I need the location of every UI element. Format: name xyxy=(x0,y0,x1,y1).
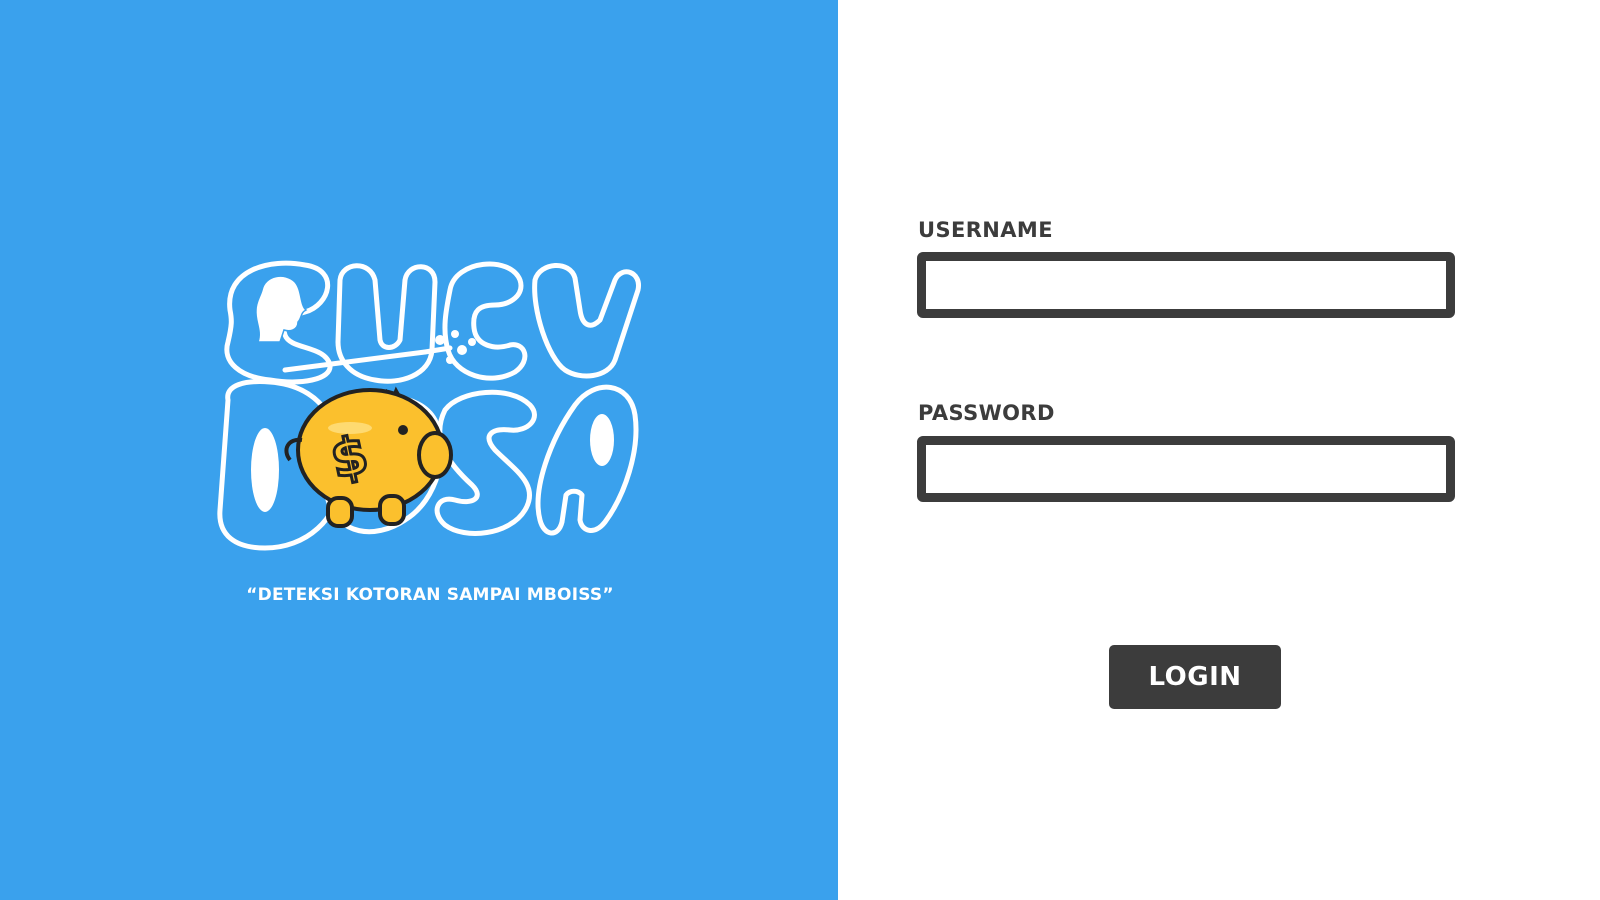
password-field[interactable] xyxy=(917,436,1455,502)
brand-panel: $ “DETEKSI KOTORAN SAMPAI MBOISS” xyxy=(0,0,838,900)
username-label: USERNAME xyxy=(918,218,1053,242)
tagline: “DETEKSI KOTORAN SAMPAI MBOISS” xyxy=(246,585,614,605)
login-panel: USERNAME PASSWORD LOGIN xyxy=(838,0,1600,900)
username-field[interactable] xyxy=(917,252,1455,318)
login-screen: $ “DETEKSI KOTORAN SAMPAI MBOISS” USERNA… xyxy=(0,0,1600,900)
password-label: PASSWORD xyxy=(918,401,1055,425)
cuci-dosa-logo: $ xyxy=(210,250,650,565)
login-button[interactable]: LOGIN xyxy=(1109,645,1281,709)
